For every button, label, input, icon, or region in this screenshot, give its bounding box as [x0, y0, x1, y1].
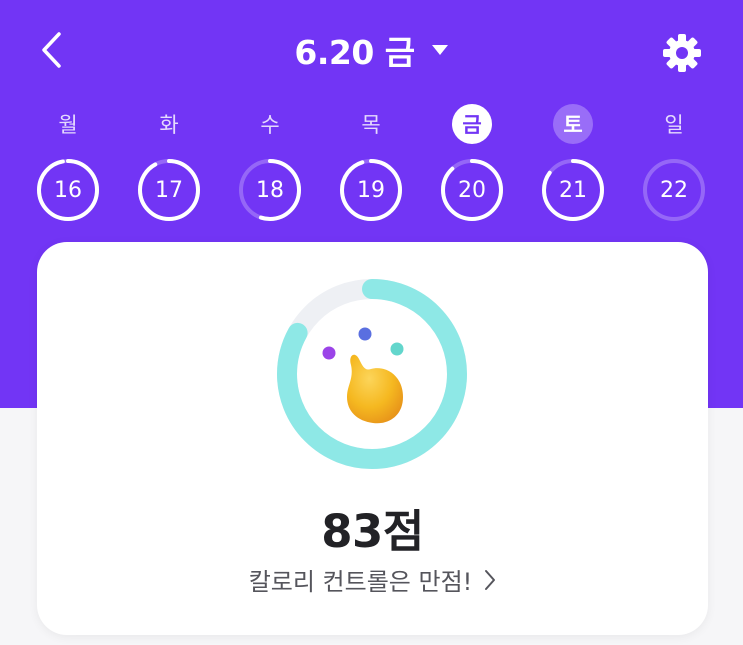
score-message: 칼로리 컨트롤은 만점!	[248, 568, 473, 596]
day-name: 수	[260, 113, 280, 137]
day-date: 20	[458, 177, 486, 203]
blue-dot	[358, 327, 372, 341]
settings-button[interactable]	[655, 26, 709, 80]
gear-icon	[663, 34, 701, 72]
score-value: 83점	[321, 505, 424, 558]
day-ring: 22	[642, 158, 706, 222]
day-date: 19	[357, 177, 385, 203]
day-name: 목	[361, 113, 381, 137]
caret-down-icon	[431, 44, 449, 56]
day-name: 금	[452, 104, 492, 144]
day-name: 화	[159, 113, 179, 137]
score-card[interactable]: 83점 칼로리 컨트롤은 만점!	[37, 242, 708, 635]
back-button[interactable]	[30, 24, 74, 76]
teal-dot	[390, 342, 404, 356]
chevron-left-icon	[42, 32, 61, 68]
purple-dot	[322, 346, 336, 360]
week-strip: 월 16 화 17 수 18 목 19 금 20 토 21 일 22	[0, 100, 743, 230]
day-date: 18	[256, 177, 284, 203]
day-ring: 18	[238, 158, 302, 222]
score-message-row[interactable]: 칼로리 컨트롤은 만점!	[37, 562, 708, 597]
day-ring: 20	[440, 158, 504, 222]
day-date: 21	[559, 177, 587, 203]
day-name: 일	[664, 113, 684, 137]
day-ring: 21	[541, 158, 605, 222]
day-date: 22	[660, 177, 688, 203]
day-item[interactable]: 일 22	[634, 100, 714, 230]
day-item[interactable]: 월 16	[28, 100, 108, 230]
day-item[interactable]: 수 18	[230, 100, 310, 230]
day-item[interactable]: 목 19	[331, 100, 411, 230]
day-item[interactable]: 토 21	[533, 100, 613, 230]
day-name: 토	[553, 104, 593, 144]
day-date: 16	[54, 177, 82, 203]
mascot-illustration	[322, 327, 404, 424]
chevron-right-icon	[484, 569, 496, 591]
day-name: 월	[58, 113, 78, 137]
day-item[interactable]: 화 17	[129, 100, 209, 230]
date-selector[interactable]: 6.20 금	[294, 26, 448, 74]
day-item[interactable]: 금 20	[432, 100, 512, 230]
day-ring: 19	[339, 158, 403, 222]
day-ring: 17	[137, 158, 201, 222]
day-ring: 16	[36, 158, 100, 222]
day-date: 17	[155, 177, 183, 203]
date-title: 6.20 금	[294, 33, 415, 72]
score-ring	[275, 277, 469, 471]
